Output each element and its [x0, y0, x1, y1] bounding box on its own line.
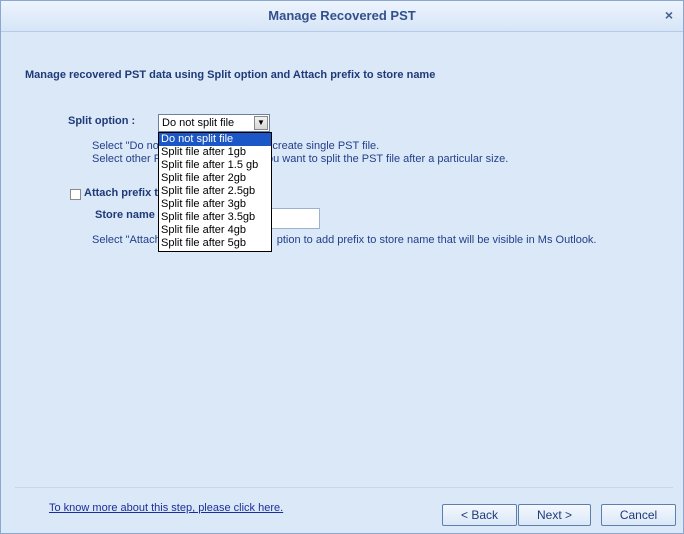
- split-option-label: Split option :: [68, 115, 136, 127]
- footer-divider: [15, 487, 673, 488]
- attach-desc-a: Select "Attach: [92, 234, 161, 246]
- store-name-label: Store name: [95, 209, 155, 221]
- dialog-window: Manage Recovered PST × Manage recovered …: [0, 0, 684, 534]
- title-bar: Manage Recovered PST ×: [1, 1, 683, 32]
- next-button[interactable]: Next >: [518, 504, 591, 526]
- dropdown-option[interactable]: Split file after 3gb: [159, 198, 271, 211]
- split-option-value: Do not split file: [162, 117, 235, 129]
- back-button[interactable]: < Back: [442, 504, 517, 526]
- dropdown-option[interactable]: Split file after 5gb: [159, 237, 271, 250]
- split-desc-1a: Select "Do no: [92, 140, 159, 152]
- attach-prefix-checkbox[interactable]: [70, 189, 81, 200]
- split-option-select[interactable]: Do not split file ▼: [158, 114, 270, 132]
- dropdown-option[interactable]: Split file after 3.5gb: [159, 211, 271, 224]
- cancel-button[interactable]: Cancel: [601, 504, 676, 526]
- window-title: Manage Recovered PST: [268, 8, 416, 23]
- split-desc-2a: Select other F: [92, 153, 161, 165]
- split-desc-line-2: Select other F you want to split the PST …: [92, 153, 508, 165]
- dropdown-option[interactable]: Split file after 1gb: [159, 146, 271, 159]
- split-option-dropdown-list[interactable]: Do not split file Split file after 1gb S…: [158, 132, 272, 252]
- close-icon[interactable]: ×: [665, 7, 673, 23]
- dropdown-option[interactable]: Split file after 2.5gb: [159, 185, 271, 198]
- dropdown-option[interactable]: Split file after 1.5 gb: [159, 159, 271, 172]
- chevron-down-icon[interactable]: ▼: [254, 116, 268, 130]
- dropdown-option[interactable]: Split file after 2gb: [159, 172, 271, 185]
- dropdown-option[interactable]: Do not split file: [159, 133, 271, 146]
- attach-prefix-label[interactable]: Attach prefix t: [84, 187, 158, 199]
- page-heading: Manage recovered PST data using Split op…: [25, 69, 436, 81]
- attach-desc-b: ption to add prefix to store name that w…: [276, 234, 597, 246]
- dropdown-option[interactable]: Split file after 4gb: [159, 224, 271, 237]
- split-desc-2b: you want to split the PST file after a p…: [261, 153, 509, 165]
- help-link[interactable]: To know more about this step, please cli…: [49, 502, 283, 514]
